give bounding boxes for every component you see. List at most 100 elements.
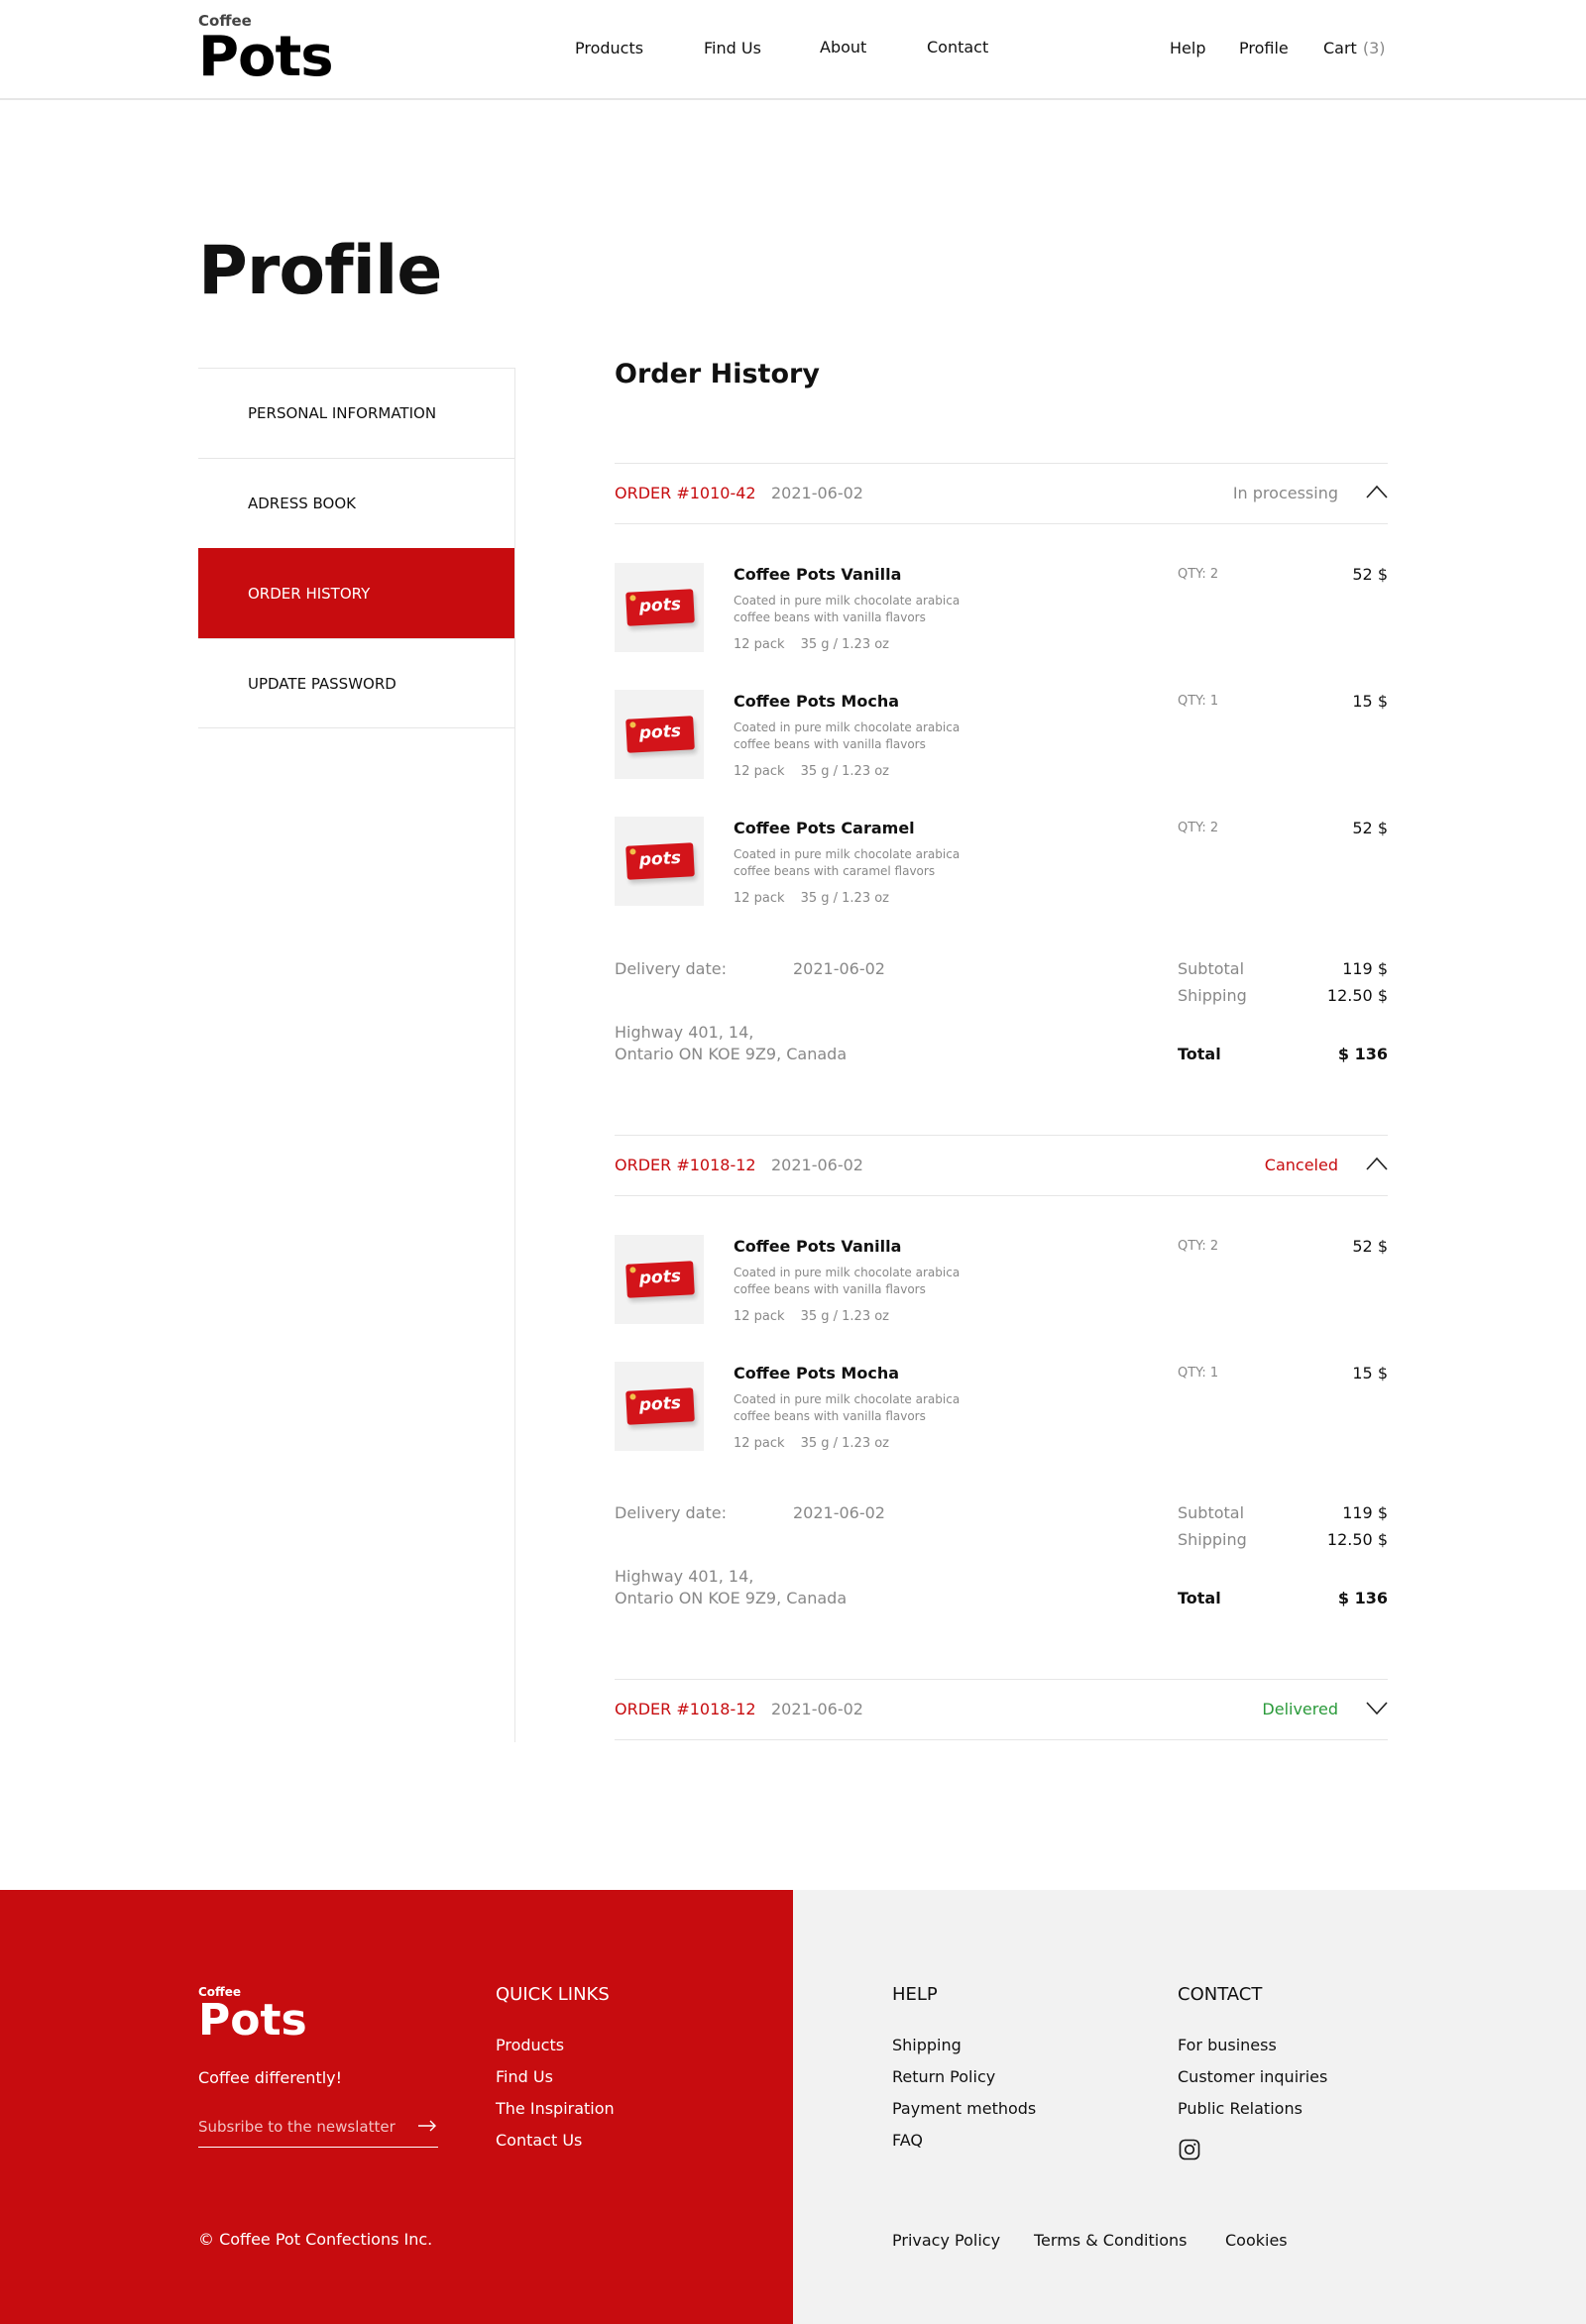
footer-link-contact-us[interactable]: Contact Us (496, 2131, 582, 2150)
shipping-value: 12.50 $ (1326, 1530, 1388, 1549)
shipping-value: 12.50 $ (1326, 986, 1388, 1005)
product-description: Coated in pure milk chocolate arabica co… (734, 847, 961, 878)
footer-link-faq[interactable]: FAQ (892, 2131, 923, 2150)
arrow-right-icon[interactable] (418, 2120, 436, 2132)
subtotal-value: 119 $ (1342, 1503, 1388, 1522)
product-meta: 12 pack 35 g / 1.23 oz (734, 1436, 889, 1451)
cart-count: (3) (1362, 39, 1386, 57)
nav-about[interactable]: About (820, 38, 866, 56)
subtotal-label: Subtotal (1178, 959, 1245, 978)
page-title: Profile (198, 232, 442, 310)
footer-link-payment-methods[interactable]: Payment methods (892, 2099, 1036, 2118)
product-name: Coffee Pots Mocha (734, 692, 900, 711)
nav-cart[interactable]: Cart (3) (1323, 39, 1386, 57)
footer-link-find-us[interactable]: Find Us (496, 2067, 553, 2086)
product-price: 52 $ (1352, 1237, 1388, 1256)
footer-link-for-business[interactable]: For business (1178, 2036, 1277, 2054)
address-line-2: Ontario ON KOE 9Z9, Canada (615, 1589, 848, 1607)
product-description: Coated in pure milk chocolate arabica co… (734, 720, 961, 751)
newsletter-input[interactable]: Subsribe to the newslatter (198, 2118, 438, 2148)
total-label: Total (1178, 1045, 1221, 1063)
product-pack: 12 pack (734, 891, 785, 906)
nav-profile[interactable]: Profile (1239, 39, 1289, 57)
delivery-label: Delivery date: (615, 1503, 727, 1522)
order-item: pots Coffee Pots Vanilla Coated in pure … (615, 1235, 1388, 1334)
copyright: © Coffee Pot Confections Inc. (198, 2230, 433, 2249)
order-date: 2021-06-02 (771, 484, 863, 502)
product-meta: 12 pack 35 g / 1.23 oz (734, 891, 889, 906)
product-pack: 12 pack (734, 637, 785, 652)
nav-contact[interactable]: Contact (927, 38, 988, 56)
subtotal-value: 119 $ (1342, 959, 1388, 978)
product-qty: QTY: 1 (1178, 1366, 1219, 1381)
product-name: Coffee Pots Caramel (734, 819, 915, 837)
product-price: 15 $ (1352, 692, 1388, 711)
product-qty: QTY: 2 (1178, 821, 1219, 835)
order-item: pots Coffee Pots Vanilla Coated in pure … (615, 563, 1388, 662)
footer-link-public-relations[interactable]: Public Relations (1178, 2099, 1303, 2118)
nav-products[interactable]: Products (575, 39, 643, 57)
order-header[interactable]: ORDER #1018-12 2021-06-02 Delivered (615, 1679, 1388, 1740)
product-weight: 35 g / 1.23 oz (800, 764, 890, 779)
order-date: 2021-06-02 (771, 1700, 863, 1718)
logo-big-text: Pots (198, 25, 334, 89)
product-meta: 12 pack 35 g / 1.23 oz (734, 1309, 889, 1324)
address-line-1: Highway 401, 14, (615, 1023, 754, 1042)
quick-links-heading: QUICK LINKS (496, 1984, 610, 2005)
footer-tagline: Coffee differently! (198, 2068, 343, 2087)
delivery-date: 2021-06-02 (793, 959, 885, 978)
order-status: Delivered (1262, 1700, 1338, 1718)
address-line-1: Highway 401, 14, (615, 1567, 754, 1586)
sidebar-item-order-history[interactable]: ORDER HISTORY (198, 548, 515, 638)
product-weight: 35 g / 1.23 oz (800, 1309, 890, 1324)
sidebar-divider (514, 368, 515, 1742)
product-name: Coffee Pots Vanilla (734, 565, 902, 584)
shipping-label: Shipping (1178, 1530, 1247, 1549)
order-date: 2021-06-02 (771, 1156, 863, 1174)
product-image: pots (615, 690, 704, 779)
contact-heading: CONTACT (1178, 1984, 1263, 2005)
order-item: pots Coffee Pots Mocha Coated in pure mi… (615, 1362, 1388, 1461)
product-meta: 12 pack 35 g / 1.23 oz (734, 764, 889, 779)
sidebar-item-update-password[interactable]: UPDATE PASSWORD (198, 638, 515, 728)
footer-logo-big: Pots (198, 1995, 307, 2046)
footer-link-cookies[interactable]: Cookies (1225, 2231, 1288, 2250)
footer-link-inspiration[interactable]: The Inspiration (496, 2099, 615, 2118)
nav-find-us[interactable]: Find Us (704, 39, 761, 57)
footer-link-terms[interactable]: Terms & Conditions (1034, 2231, 1187, 2250)
product-weight: 35 g / 1.23 oz (800, 1436, 890, 1451)
address-line-2: Ontario ON KOE 9Z9, Canada (615, 1045, 848, 1063)
chevron-up-icon[interactable] (1366, 485, 1388, 498)
chevron-down-icon[interactable] (1366, 1701, 1388, 1715)
total-value: $ 136 (1337, 1045, 1388, 1063)
footer-link-customer-inquiries[interactable]: Customer inquiries (1178, 2067, 1327, 2086)
footer-logo[interactable]: Coffee Pots (198, 1985, 307, 2043)
product-image: pots (615, 1362, 704, 1451)
logo[interactable]: Coffee Pots (198, 12, 334, 89)
help-heading: HELP (892, 1984, 938, 2005)
product-qty: QTY: 2 (1178, 1239, 1219, 1254)
order-header[interactable]: ORDER #1018-12 2021-06-02 Canceled (615, 1135, 1388, 1196)
site-header: Coffee Pots Products Find Us About Conta… (0, 0, 1586, 100)
order-header[interactable]: ORDER #1010-42 2021-06-02 In processing (615, 463, 1388, 524)
sidebar-item-personal-information[interactable]: PERSONAL INFORMATION (198, 368, 515, 458)
nav-help[interactable]: Help (1170, 39, 1205, 57)
product-qty: QTY: 2 (1178, 567, 1219, 582)
subtotal-label: Subtotal (1178, 1503, 1245, 1522)
sidebar-item-address-book[interactable]: ADRESS BOOK (198, 458, 515, 548)
order-item: pots Coffee Pots Caramel Coated in pure … (615, 817, 1388, 916)
product-pack: 12 pack (734, 1309, 785, 1324)
product-image: pots (615, 817, 704, 906)
product-image: pots (615, 563, 704, 652)
product-price: 52 $ (1352, 819, 1388, 837)
instagram-icon[interactable] (1179, 2139, 1200, 2160)
order-number: ORDER #1018-12 (615, 1156, 756, 1174)
order-item: pots Coffee Pots Mocha Coated in pure mi… (615, 690, 1388, 789)
footer-link-products[interactable]: Products (496, 2036, 564, 2054)
footer-link-return-policy[interactable]: Return Policy (892, 2067, 995, 2086)
chevron-up-icon[interactable] (1366, 1157, 1388, 1170)
footer-link-shipping[interactable]: Shipping (892, 2036, 962, 2054)
footer-link-privacy-policy[interactable]: Privacy Policy (892, 2231, 1000, 2250)
product-description: Coated in pure milk chocolate arabica co… (734, 1266, 961, 1296)
product-weight: 35 g / 1.23 oz (800, 637, 890, 652)
